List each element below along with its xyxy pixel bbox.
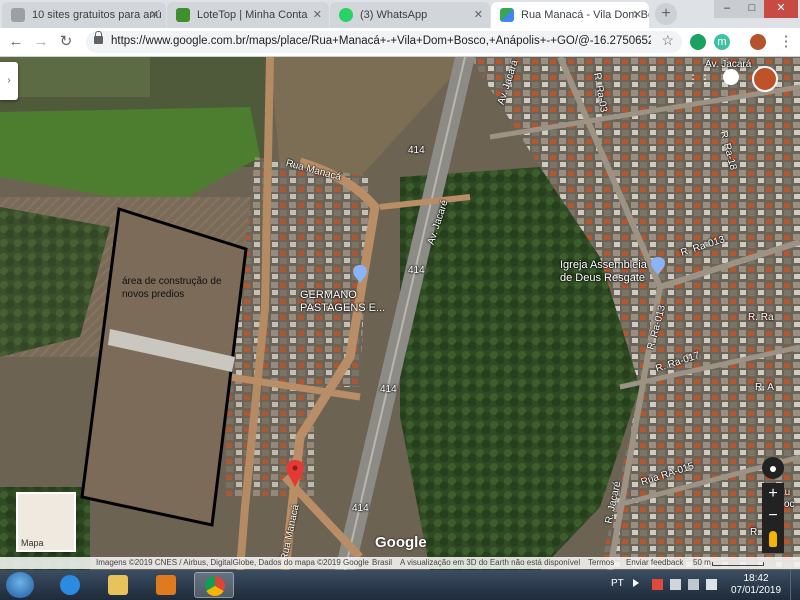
route-414-label: 414 (408, 145, 425, 156)
street-label: oc (784, 499, 795, 510)
show-desktop-button[interactable] (790, 570, 800, 600)
close-tab-icon[interactable]: ✕ (474, 2, 483, 28)
street-view-pegman[interactable] (762, 527, 784, 553)
taskbar-media-player[interactable] (146, 572, 186, 598)
show-hidden-icons[interactable] (633, 579, 639, 587)
document-favicon-icon (11, 8, 25, 22)
close-tab-icon[interactable]: ✕ (633, 2, 642, 28)
street-label: R. Ra (748, 312, 774, 323)
close-window-button[interactable]: ✕ (764, 0, 798, 18)
annotation-line: novos predios (122, 289, 185, 300)
feedback-link[interactable]: Enviar feedback (626, 558, 683, 567)
google-logo: Google (375, 534, 427, 551)
new-tab-button[interactable]: + (655, 3, 677, 25)
network-icon[interactable] (688, 579, 699, 590)
expand-side-panel-button[interactable]: › (0, 62, 18, 100)
tab-title: LoteTop | Minha Conta (197, 9, 308, 21)
taskbar-file-explorer[interactable] (98, 572, 138, 598)
route-414-label: 414 (408, 265, 425, 276)
profile-avatar-icon[interactable] (750, 34, 766, 50)
map-type-switcher[interactable]: Mapa (16, 492, 76, 552)
satellite-imagery (0, 57, 800, 570)
poi-igreja-assembleia[interactable]: Igreja Assembleia de Deus Resgate (560, 259, 647, 285)
back-button[interactable]: ← (6, 32, 26, 52)
reload-button[interactable]: ↻ (56, 32, 76, 52)
account-avatar[interactable] (752, 66, 778, 92)
zoom-in-button[interactable]: + (762, 483, 784, 505)
address-bar[interactable]: https://www.google.com.br/maps/place/Rua… (86, 31, 682, 53)
poi-germano-pastagens[interactable]: GERMANO PASTAGENS E... (300, 289, 385, 315)
poi-name-line: Igreja Assembleia (560, 259, 647, 271)
url-text[interactable]: https://www.google.com.br/maps/place/Rua… (111, 35, 651, 47)
my-location-button[interactable] (762, 457, 784, 479)
lock-icon (94, 31, 103, 44)
route-414-label: 414 (380, 384, 397, 395)
scale-label[interactable]: 50 m (693, 558, 711, 567)
input-language-indicator[interactable]: PT (611, 578, 624, 589)
map-type-label: Mapa (21, 538, 44, 548)
scale-bar (712, 562, 764, 566)
browser-tab-bar: 10 sites gratuitos para anú ✕ LoteTop | … (0, 0, 800, 28)
annotation-line: área de construção de (122, 276, 222, 287)
media-player-icon (156, 575, 176, 595)
lotetop-favicon-icon (176, 8, 190, 22)
poi-name-line: de Deus Resgate (560, 272, 645, 284)
close-tab-icon[interactable]: ✕ (313, 2, 322, 28)
earth-notice: A visualização em 3D do Earth não está d… (400, 558, 581, 567)
poi-name-line: PASTAGENS E... (300, 302, 386, 314)
pegman-icon (769, 531, 777, 547)
tab-sites-gratuitos[interactable]: 10 sites gratuitos para anú ✕ (2, 2, 166, 28)
chrome-icon (205, 576, 225, 596)
start-button[interactable] (6, 572, 34, 598)
windows-taskbar: PT 18:42 07/01/2019 (0, 570, 800, 600)
route-414-label: 414 (352, 503, 369, 514)
notifications-icon[interactable] (723, 69, 739, 85)
construction-area-annotation: área de construção de novos predios (122, 275, 222, 301)
google-maps-favicon-icon (500, 8, 514, 22)
clock-time: 18:42 (743, 573, 769, 584)
taskbar-internet-explorer[interactable] (50, 572, 90, 598)
action-center-flag-icon[interactable] (652, 579, 663, 590)
bookmark-star-icon[interactable]: ☆ (661, 32, 674, 49)
imagery-attribution: Imagens ©2019 CNES / Airbus, DigitalGlob… (96, 558, 369, 567)
tab-google-maps[interactable]: Rua Manacá - Vila Dom Bo ✕ (491, 2, 649, 28)
tab-title: 10 sites gratuitos para anú (32, 9, 162, 21)
country-link[interactable]: Brasil (372, 558, 392, 567)
whatsapp-favicon-icon (339, 8, 353, 22)
volume-icon[interactable] (706, 579, 717, 590)
map-attribution-bar: Imagens ©2019 CNES / Airbus, DigitalGlob… (0, 557, 800, 569)
my-location-icon (770, 466, 776, 472)
forward-button[interactable]: → (31, 32, 51, 52)
taskbar-chrome[interactable] (194, 572, 234, 598)
satellite-map[interactable]: 414 414 414 414 Av. Jacará Av. Jacará Av… (0, 57, 800, 570)
internet-explorer-icon (60, 575, 80, 595)
extension-m-icon[interactable]: m (714, 34, 730, 50)
google-apps-icon[interactable]: ⋮⋮ (687, 72, 711, 86)
zoom-out-button[interactable]: − (762, 505, 784, 527)
tab-title: (3) WhatsApp (360, 9, 428, 21)
street-label: R. A (755, 382, 774, 393)
clock-date: 07/01/2019 (730, 585, 782, 596)
tab-lotetop[interactable]: LoteTop | Minha Conta ✕ (167, 2, 329, 28)
maximize-button[interactable]: □ (740, 0, 764, 18)
chrome-menu-icon[interactable]: ⋮ (776, 32, 796, 52)
terms-link[interactable]: Termos (588, 558, 614, 567)
extension-icon[interactable] (690, 34, 706, 50)
battery-icon[interactable] (670, 579, 681, 590)
tab-title: Rua Manacá - Vila Dom Bo (521, 9, 649, 21)
folder-icon (108, 575, 128, 595)
minimize-button[interactable]: – (714, 0, 740, 18)
system-clock[interactable]: 18:42 07/01/2019 (730, 573, 782, 597)
browser-toolbar: ← → ↻ https://www.google.com.br/maps/pla… (0, 28, 800, 57)
close-tab-icon[interactable]: ✕ (150, 2, 159, 28)
tab-whatsapp[interactable]: (3) WhatsApp ✕ (330, 2, 490, 28)
poi-name-line: GERMANO (300, 289, 357, 301)
